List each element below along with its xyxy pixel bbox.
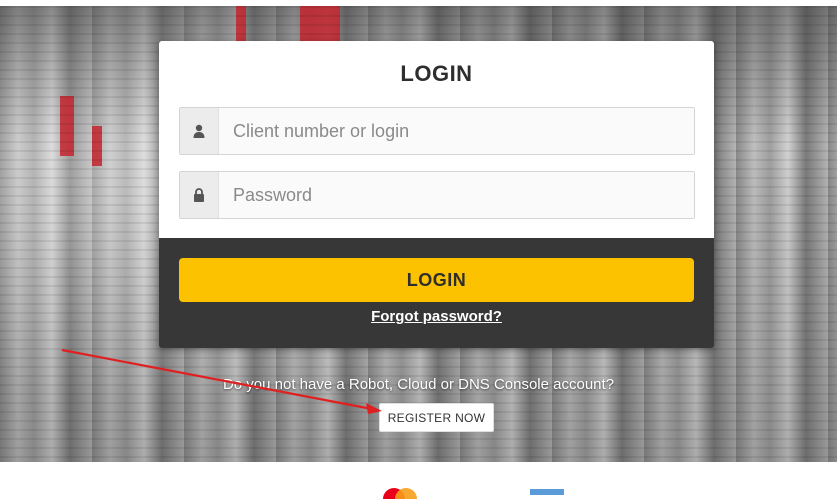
background-red-light [60, 96, 74, 156]
background-red-light [92, 126, 102, 166]
login-card-header: LOGIN [159, 41, 714, 238]
lock-icon [180, 172, 219, 218]
password-input[interactable] [219, 172, 694, 218]
login-title: LOGIN [400, 61, 473, 86]
login-card-footer: LOGIN Forgot password? [159, 238, 714, 348]
username-field [179, 107, 695, 155]
password-field [179, 171, 695, 219]
mastercard-logo [383, 488, 417, 499]
account-question-text: Do you not have a Robot, Cloud or DNS Co… [222, 376, 615, 393]
register-now-button[interactable]: REGISTER NOW [379, 403, 494, 432]
login-card: LOGIN LOGIN Forgot password? [159, 41, 714, 348]
login-button[interactable]: LOGIN [179, 258, 694, 302]
user-icon [180, 108, 219, 154]
background-red-light [236, 6, 246, 42]
payment-logo [530, 489, 564, 495]
forgot-password-link[interactable]: Forgot password? [159, 308, 714, 325]
username-input[interactable] [219, 108, 694, 154]
background-red-light [300, 6, 340, 46]
